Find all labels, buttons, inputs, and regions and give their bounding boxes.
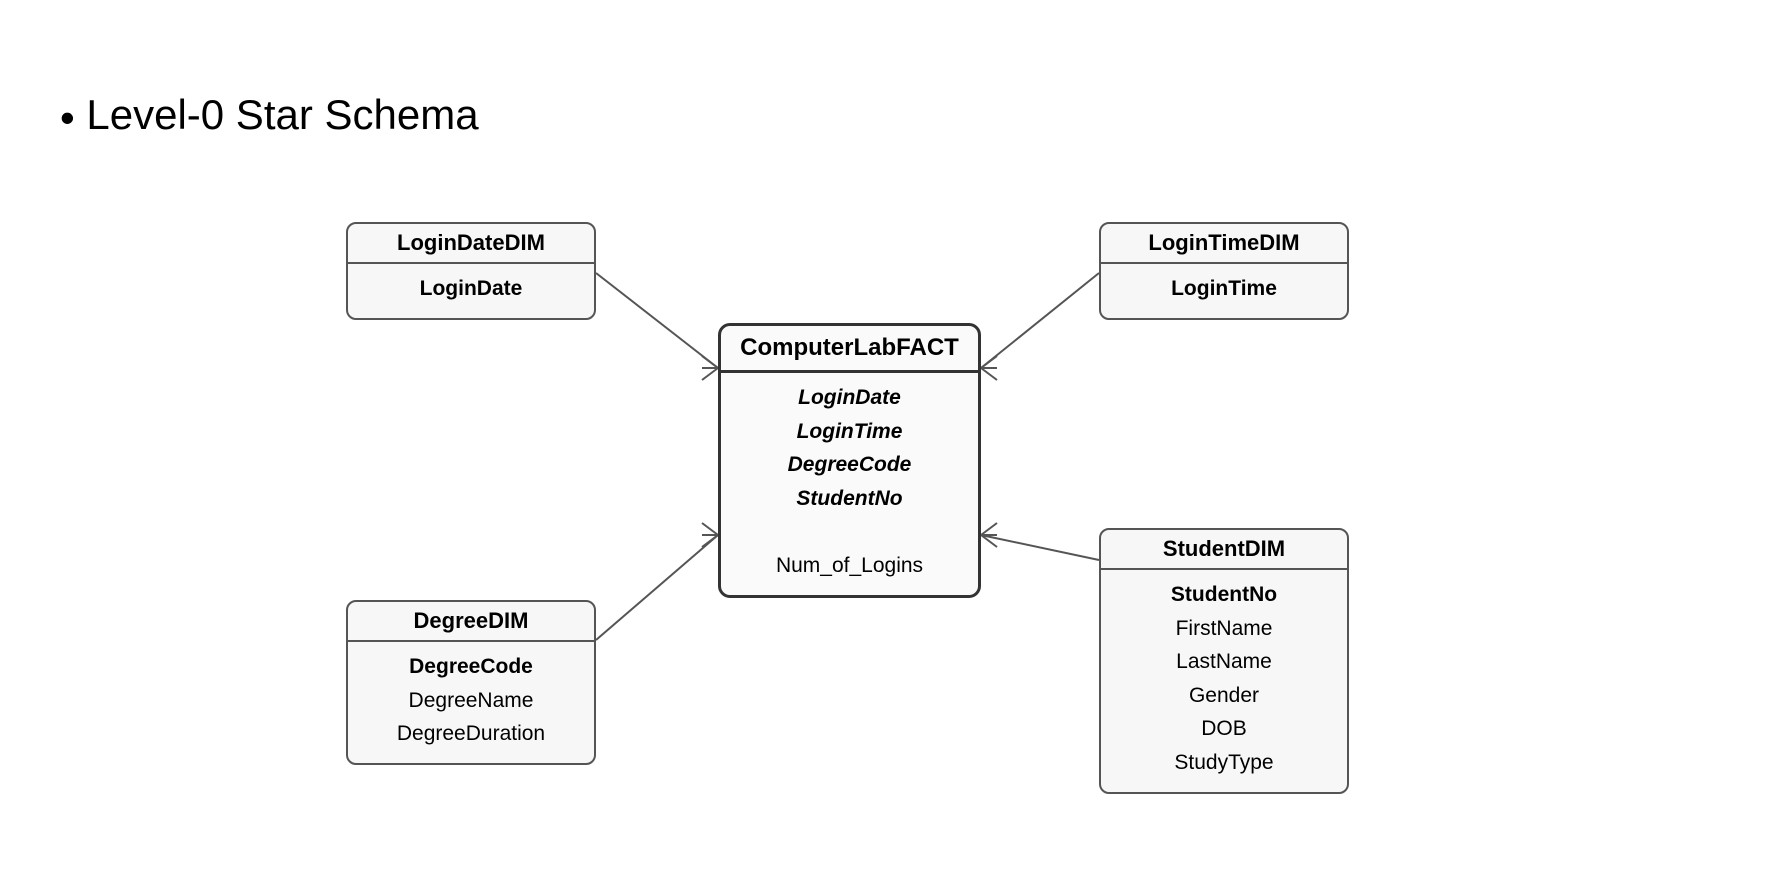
attr: FirstName <box>1115 612 1333 646</box>
entity-header: ComputerLabFACT <box>721 326 978 373</box>
fact-key: StudentNo <box>735 482 964 516</box>
entity-header: DegreeDIM <box>348 602 594 642</box>
attr-pk: DegreeCode <box>362 650 580 684</box>
entity-degree-dim: DegreeDIM DegreeCode DegreeName DegreeDu… <box>346 600 596 765</box>
attr: DegreeName <box>362 684 580 718</box>
entity-body: LoginDate LoginTime DegreeCode StudentNo… <box>721 373 978 595</box>
entity-header: LoginDateDIM <box>348 224 594 264</box>
attr: Gender <box>1115 679 1333 713</box>
entity-body: LoginTime <box>1101 264 1347 318</box>
title-text: Level-0 Star Schema <box>86 91 478 138</box>
diagram-title: • Level-0 Star Schema <box>60 90 479 143</box>
entity-student-dim: StudentDIM StudentNo FirstName LastName … <box>1099 528 1349 794</box>
attr: StudyType <box>1115 746 1333 780</box>
connector-student <box>981 523 1099 560</box>
connector-logindate <box>596 273 718 380</box>
connector-logintime <box>981 273 1099 380</box>
entity-body: StudentNo FirstName LastName Gender DOB … <box>1101 570 1347 792</box>
fact-key: LoginDate <box>735 381 964 415</box>
attr: DegreeDuration <box>362 717 580 751</box>
entity-body: LoginDate <box>348 264 594 318</box>
entity-body: DegreeCode DegreeName DegreeDuration <box>348 642 594 763</box>
entity-logindate-dim: LoginDateDIM LoginDate <box>346 222 596 320</box>
connector-degree <box>596 523 718 640</box>
attr: DOB <box>1115 712 1333 746</box>
attr: LastName <box>1115 645 1333 679</box>
entity-header: LoginTimeDIM <box>1101 224 1347 264</box>
fact-key: LoginTime <box>735 415 964 449</box>
spacer <box>735 515 964 549</box>
entity-header: StudentDIM <box>1101 530 1347 570</box>
bullet-icon: • <box>60 93 75 143</box>
fact-measure: Num_of_Logins <box>735 549 964 583</box>
attr-pk: LoginTime <box>1115 272 1333 306</box>
attr-pk: StudentNo <box>1115 578 1333 612</box>
entity-logintime-dim: LoginTimeDIM LoginTime <box>1099 222 1349 320</box>
attr-pk: LoginDate <box>362 272 580 306</box>
fact-key: DegreeCode <box>735 448 964 482</box>
entity-computerlab-fact: ComputerLabFACT LoginDate LoginTime Degr… <box>718 323 981 598</box>
